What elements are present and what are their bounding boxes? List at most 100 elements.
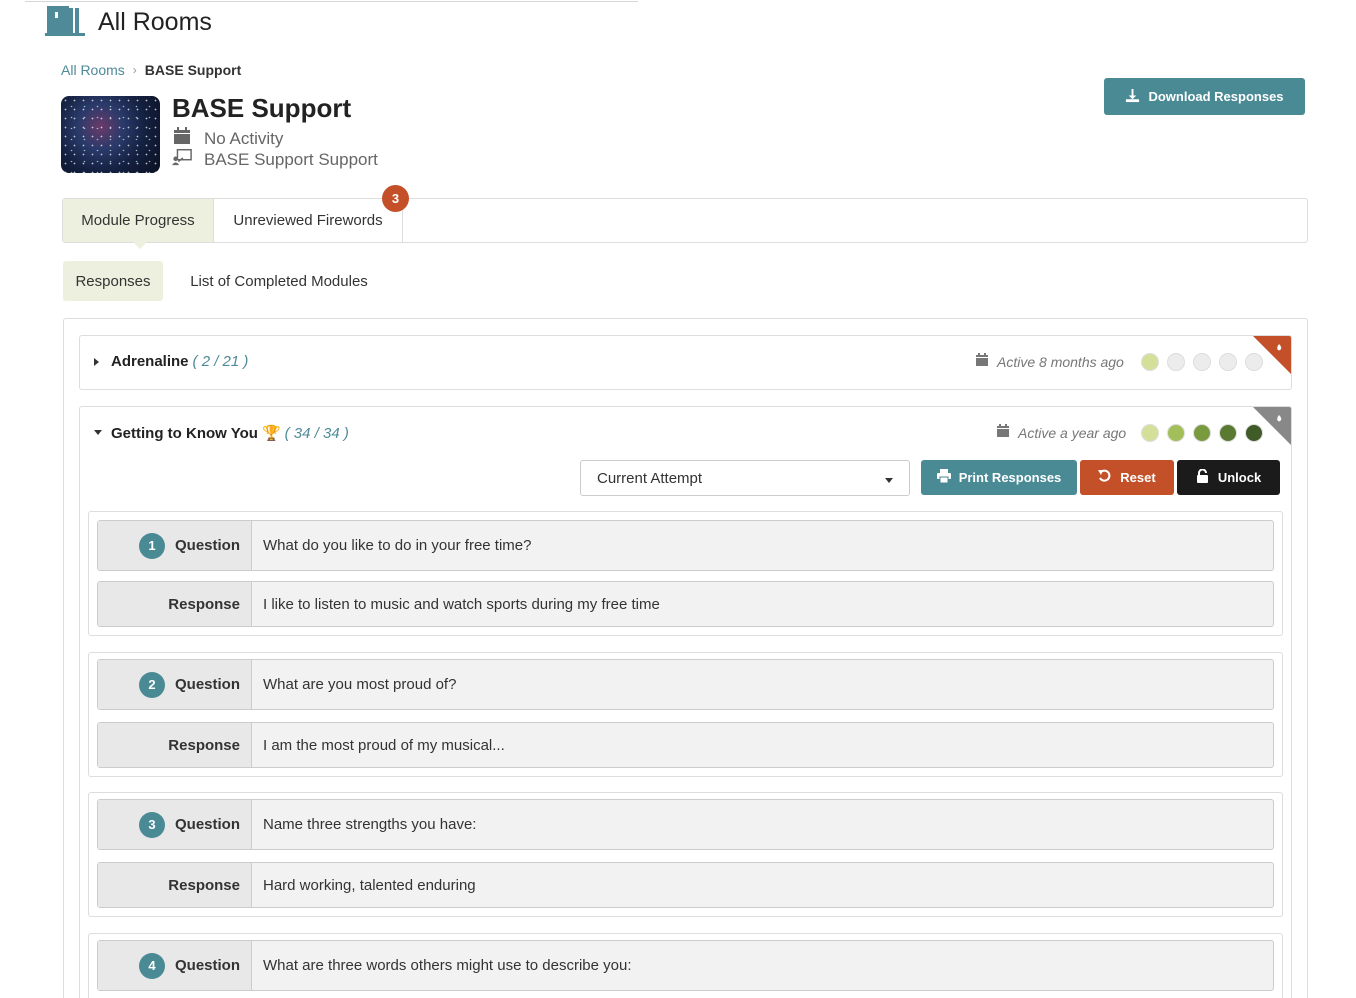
print-responses-button[interactable]: Print Responses [921,460,1077,495]
question-text: What do you like to do in your free time… [263,537,532,554]
module-adrenaline: Adrenaline ( 2 / 21 ) Active 8 months ag… [79,335,1292,390]
qa-card: 4 Question What are three words others m… [88,933,1283,998]
tab-module-progress[interactable]: Module Progress [63,199,214,249]
progress-dot [1167,353,1185,371]
question-label-cell: 3 Question [98,800,252,849]
tab-unreviewed-firewords-label: Unreviewed Firewords [233,212,383,229]
response-text: I like to listen to music and watch spor… [263,595,660,613]
download-label: Download Responses [1148,89,1284,104]
activity-text: No Activity [204,128,284,148]
room-name: BASE Support [172,93,352,123]
progress-dot [1193,424,1211,442]
question-row: 4 Question What are three words others m… [97,940,1274,991]
download-icon [1125,88,1140,106]
calendar-icon [975,353,989,370]
breadcrumb-all-rooms[interactable]: All Rooms [61,62,125,78]
module-name: Getting to Know You [111,424,258,442]
question-row: 3 Question Name three strengths you have… [97,799,1274,850]
fireword-flame-icon [1253,407,1291,445]
unlock-icon [1196,468,1210,486]
unlock-button[interactable]: Unlock [1177,460,1280,495]
response-label: Response [168,595,240,613]
module-title: Getting to Know You 🏆 ( 34 / 34 ) [111,424,349,443]
question-label: Question [174,816,240,833]
question-label-cell: 4 Question [98,941,252,990]
qa-card: 2 Question What are you most proud of? R… [88,652,1283,777]
response-row: Response I am the most proud of my music… [97,722,1274,768]
download-responses-button[interactable]: Download Responses [1104,78,1305,115]
question-number: 1 [138,532,165,559]
breadcrumb: All Rooms › BASE Support [61,62,241,78]
question-text: What are three words others might use to… [263,957,632,974]
print-responses-label: Print Responses [958,470,1062,485]
caret-right-icon[interactable] [94,358,99,366]
calendar-icon [996,424,1010,441]
room-image [61,96,160,173]
module-header[interactable]: Adrenaline ( 2 / 21 ) Active 8 months ag… [80,336,1291,388]
print-icon [936,469,951,486]
tab-module-progress-label: Module Progress [81,212,195,229]
response-label-cell: Response [98,723,252,767]
module-title: Adrenaline ( 2 / 21 ) [111,353,248,370]
question-number: 3 [138,811,165,838]
question-label: Question [174,676,240,693]
progress-dot [1141,353,1159,371]
response-label: Response [168,736,240,754]
room-activity: No Activity [172,127,283,150]
question-label-cell: 1 Question [98,521,252,570]
progress-dots [1141,424,1263,442]
module-active: Active 8 months ago [975,353,1124,370]
module-header[interactable]: Getting to Know You 🏆 ( 34 / 34 ) Active… [80,407,1291,459]
module-name: Adrenaline [111,353,189,370]
module-count: ( 34 / 34 ) [284,424,349,442]
response-label: Response [168,876,240,894]
chevron-right-icon: › [132,63,137,77]
tab-unreviewed-firewords[interactable]: Unreviewed Firewords [214,199,403,242]
question-number: 4 [138,952,165,979]
unlock-label: Unlock [1217,470,1262,485]
undo-icon [1098,469,1112,486]
firewords-count-badge: 3 [382,185,409,212]
caret-down-icon[interactable] [94,430,102,435]
response-row: Response I like to listen to music and w… [97,581,1274,627]
progress-dot [1219,424,1237,442]
module-count: ( 2 / 21 ) [192,353,249,370]
response-row: Response Hard working, talented enduring [97,862,1274,908]
page-title: All Rooms [98,7,212,36]
response-label-cell: Response [98,582,252,626]
page-header: All Rooms [45,4,212,41]
subtab-completed-label: List of Completed Modules [190,272,368,290]
subtab-responses[interactable]: Responses [63,261,163,301]
question-number: 2 [138,671,165,698]
response-text: Hard working, talented enduring [263,876,476,894]
question-label: Question [174,957,240,974]
progress-dot [1141,424,1159,442]
module-active-text: Active a year ago [1018,424,1127,441]
progress-dots [1141,353,1263,371]
door-icon [45,4,85,41]
main-tabs: Module Progress Unreviewed Firewords [62,198,1308,249]
response-text: I am the most proud of my musical... [263,736,505,754]
breadcrumb-current: BASE Support [144,62,242,78]
subtab-responses-label: Responses [75,272,151,290]
calendar-icon [172,127,192,150]
attempt-select[interactable]: Current Attempt [580,460,910,496]
qa-card: 1 Question What do you like to do in you… [88,511,1283,636]
question-text: Name three strengths you have: [263,816,477,833]
support-text: BASE Support Support [204,149,378,169]
module-getting-to-know-you: Getting to Know You 🏆 ( 34 / 34 ) Active… [79,406,1292,998]
chevron-down-icon [885,478,893,483]
module-active-text: Active 8 months ago [997,353,1124,370]
question-row: 2 Question What are you most proud of? [97,659,1274,710]
progress-dot [1193,353,1211,371]
subtab-completed-modules[interactable]: List of Completed Modules [175,261,383,301]
response-label-cell: Response [98,863,252,907]
progress-dot [1167,424,1185,442]
room-support: BASE Support Support [172,148,378,171]
question-text: What are you most proud of? [263,676,457,693]
trophy-icon: 🏆 [261,425,281,442]
reset-button[interactable]: Reset [1080,460,1174,495]
question-row: 1 Question What do you like to do in you… [97,520,1274,571]
question-label: Question [174,537,240,554]
reset-label: Reset [1120,470,1156,485]
